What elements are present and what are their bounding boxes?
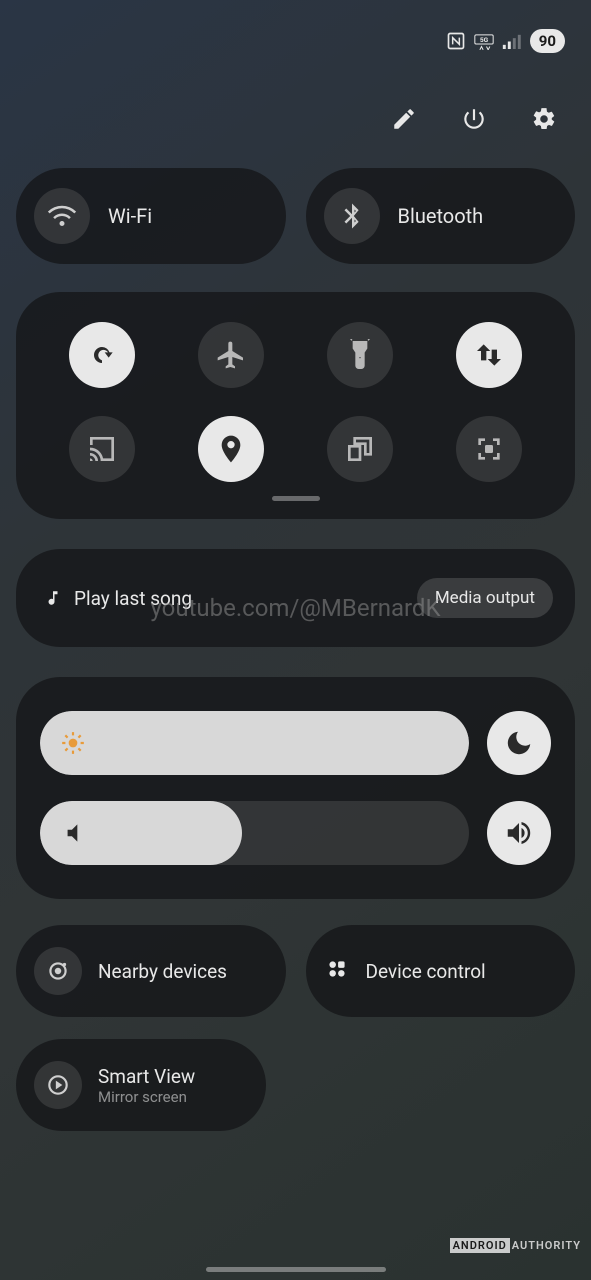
quick-tiles-grid	[38, 322, 553, 482]
brightness-row	[40, 711, 551, 775]
wifi-toggle[interactable]: Wi-Fi	[16, 168, 286, 264]
mobile-data-tile[interactable]	[456, 322, 522, 388]
device-control-icon-wrap	[324, 956, 350, 986]
smart-view-row: Smart View Mirror screen	[16, 1039, 575, 1131]
bottom-controls-row: Nearby devices Device control	[16, 925, 575, 1017]
music-note-icon	[44, 589, 62, 607]
connectivity-row: Wi-Fi Bluetooth	[16, 168, 575, 264]
power-button[interactable]	[461, 106, 487, 136]
smart-view-text: Smart View Mirror screen	[98, 1065, 195, 1106]
quick-tiles-panel	[16, 292, 575, 519]
status-icons: 5G 90	[446, 29, 565, 53]
edit-button[interactable]	[391, 106, 417, 136]
airplane-mode-tile[interactable]	[198, 322, 264, 388]
navigation-bar-handle[interactable]	[206, 1267, 386, 1272]
panel-actions-row	[16, 70, 575, 168]
device-control-label: Device control	[366, 960, 486, 983]
bluetooth-icon-circle	[324, 188, 380, 244]
volume-row	[40, 801, 551, 865]
panel-drag-handle[interactable]	[272, 496, 320, 501]
nearby-icon-circle	[34, 947, 82, 995]
sliders-panel	[16, 677, 575, 899]
bluetooth-label: Bluetooth	[398, 204, 484, 228]
sound-settings-button[interactable]	[487, 801, 551, 865]
media-panel: Play last song youtube.com/@MBernardK Me…	[16, 549, 575, 647]
play-last-song-button[interactable]: Play last song	[44, 587, 192, 610]
multi-window-tile[interactable]	[327, 416, 393, 482]
attribution-brand2: AUTHORITY	[512, 1239, 581, 1252]
dark-mode-button[interactable]	[487, 711, 551, 775]
5g-icon: 5G	[474, 33, 494, 50]
speaker-icon	[504, 818, 534, 848]
brightness-slider[interactable]	[40, 711, 469, 775]
flashlight-tile[interactable]	[327, 322, 393, 388]
flashlight-icon	[344, 339, 376, 371]
wifi-icon-circle	[34, 188, 90, 244]
sun-icon	[60, 730, 86, 756]
wifi-icon	[47, 201, 77, 231]
cast-tile[interactable]	[69, 416, 135, 482]
attribution-watermark: ANDROIDAUTHORITY	[450, 1239, 581, 1252]
device-control-button[interactable]: Device control	[306, 925, 576, 1017]
smart-view-icon	[45, 1072, 71, 1098]
settings-button[interactable]	[531, 106, 557, 136]
battery-level: 90	[530, 29, 565, 53]
screen-record-tile[interactable]	[456, 416, 522, 482]
nearby-devices-icon	[45, 958, 71, 984]
volume-slider[interactable]	[40, 801, 469, 865]
nearby-devices-label: Nearby devices	[98, 960, 227, 983]
volume-low-icon	[60, 820, 86, 846]
status-bar: 5G 90	[16, 0, 575, 70]
smart-view-icon-circle	[34, 1061, 82, 1109]
smart-view-subtitle: Mirror screen	[98, 1088, 195, 1106]
gear-icon	[531, 106, 557, 132]
pencil-icon	[391, 106, 417, 132]
cast-icon	[86, 433, 118, 465]
auto-rotate-icon	[86, 339, 118, 371]
bluetooth-icon	[337, 201, 367, 231]
power-icon	[461, 106, 487, 132]
bluetooth-toggle[interactable]: Bluetooth	[306, 168, 576, 264]
multi-window-icon	[344, 433, 376, 465]
media-output-label: Media output	[435, 588, 535, 608]
data-arrows-icon	[473, 339, 505, 371]
location-tile[interactable]	[198, 416, 264, 482]
airplane-icon	[215, 339, 247, 371]
grid-dots-icon	[324, 956, 350, 982]
svg-text:5G: 5G	[480, 35, 489, 43]
auto-rotate-tile[interactable]	[69, 322, 135, 388]
smart-view-title: Smart View	[98, 1065, 195, 1088]
nfc-icon	[446, 31, 466, 51]
screen-record-icon	[473, 433, 505, 465]
wifi-label: Wi-Fi	[108, 204, 152, 228]
play-last-label: Play last song	[74, 587, 192, 610]
location-pin-icon	[215, 433, 247, 465]
media-output-button[interactable]: Media output	[417, 578, 553, 618]
smart-view-button[interactable]: Smart View Mirror screen	[16, 1039, 266, 1131]
moon-icon	[504, 728, 534, 758]
signal-icon	[502, 33, 522, 50]
nearby-devices-button[interactable]: Nearby devices	[16, 925, 286, 1017]
attribution-brand1: ANDROID	[450, 1238, 510, 1253]
